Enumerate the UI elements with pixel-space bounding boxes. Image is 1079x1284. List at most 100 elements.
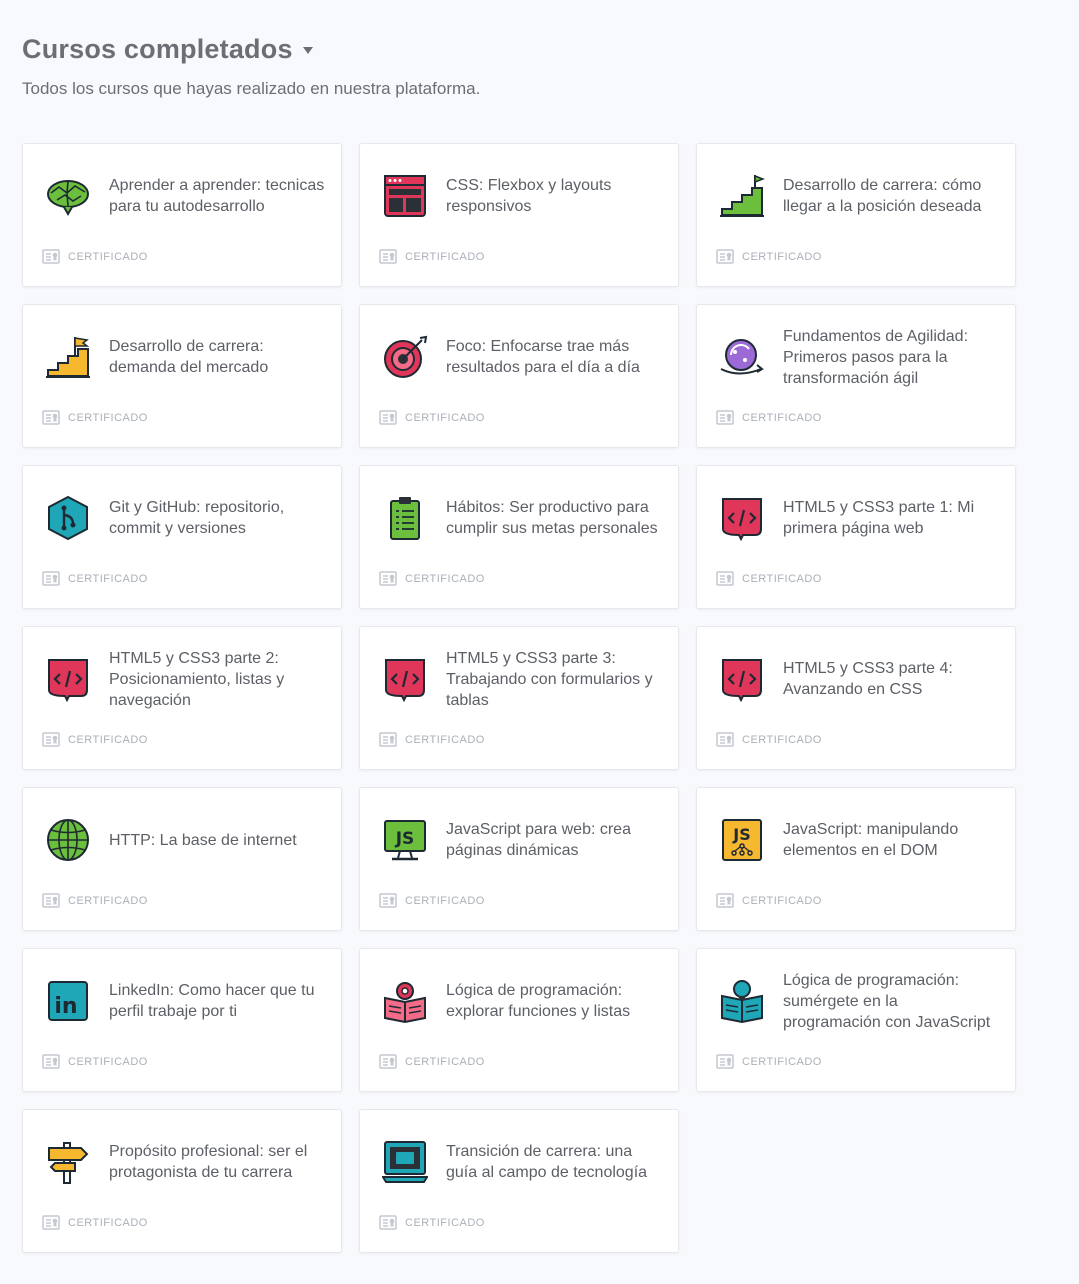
- course-name: HTTP: La base de internet: [109, 831, 297, 849]
- certificate-link[interactable]: CERTIFICADO: [716, 732, 822, 748]
- certificate-link[interactable]: CERTIFICADO: [716, 1054, 822, 1070]
- course-card[interactable]: Fundamentos de Agilidad: Primeros pasos …: [696, 304, 1016, 448]
- course-card[interactable]: Transición de carrera: una guía al campo…: [359, 1109, 679, 1253]
- certificate-label: CERTIFICADO: [405, 251, 485, 263]
- certificate-icon: [379, 732, 397, 748]
- course-card[interactable]: Hábitos: Ser productivo para cumplir sus…: [359, 465, 679, 609]
- course-name: HTML5 y CSS3 parte 2: Posicionamiento, l…: [109, 649, 285, 709]
- linkedin-icon: in: [45, 978, 91, 1024]
- html-code-icon: [719, 495, 765, 541]
- html-code-icon: [45, 656, 91, 702]
- svg-text:JS: JS: [395, 829, 415, 849]
- certificate-label: CERTIFICADO: [68, 251, 148, 263]
- certificate-label: CERTIFICADO: [68, 1217, 148, 1229]
- page-title: Cursos completados: [22, 34, 293, 64]
- certificate-link[interactable]: CERTIFICADO: [716, 410, 822, 426]
- gear-book-icon: [382, 978, 428, 1024]
- brain-icon: [45, 173, 91, 219]
- certificate-link[interactable]: CERTIFICADO: [379, 249, 485, 265]
- certificate-icon: [379, 893, 397, 909]
- course-card[interactable]: JS JavaScript: manipulando elementos en …: [696, 787, 1016, 931]
- certificate-label: CERTIFICADO: [742, 251, 822, 263]
- course-card[interactable]: Git y GitHub: repositorio, commit y vers…: [22, 465, 342, 609]
- course-card[interactable]: HTML5 y CSS3 parte 2: Posicionamiento, l…: [22, 626, 342, 770]
- certificate-link[interactable]: CERTIFICADO: [42, 732, 148, 748]
- certificate-icon: [42, 249, 60, 265]
- certificate-icon: [379, 1054, 397, 1070]
- course-card[interactable]: Foco: Enfocarse trae más resultados para…: [359, 304, 679, 448]
- page-header: Cursos completados Todos los cursos que …: [22, 34, 480, 99]
- certificate-label: CERTIFICADO: [68, 734, 148, 746]
- course-card[interactable]: Propósito profesional: ser el protagonis…: [22, 1109, 342, 1253]
- course-card[interactable]: Lógica de programación: sumérgete en la …: [696, 948, 1016, 1092]
- course-name: Aprender a aprender: tecnicas para tu au…: [109, 177, 325, 215]
- certificate-link[interactable]: CERTIFICADO: [42, 249, 148, 265]
- course-name: Fundamentos de Agilidad: Primeros pasos …: [783, 327, 969, 387]
- certificate-label: CERTIFICADO: [405, 734, 485, 746]
- course-card[interactable]: CSS: Flexbox y layouts responsivos CERTI…: [359, 143, 679, 287]
- js-monitor-icon: JS: [382, 817, 428, 863]
- certificate-link[interactable]: CERTIFICADO: [379, 571, 485, 587]
- certificate-link[interactable]: CERTIFICADO: [379, 1215, 485, 1231]
- course-card[interactable]: in LinkedIn: Como hacer que tu perfil tr…: [22, 948, 342, 1092]
- certificate-icon: [716, 249, 734, 265]
- course-card[interactable]: Desarrollo de carrera: cómo llegar a la …: [696, 143, 1016, 287]
- certificate-link[interactable]: CERTIFICADO: [42, 410, 148, 426]
- certificate-icon: [42, 1054, 60, 1070]
- signpost-icon: [45, 1139, 91, 1185]
- certificate-link[interactable]: CERTIFICADO: [42, 1215, 148, 1231]
- course-name: Lógica de programación: explorar funcion…: [446, 982, 631, 1020]
- certificate-icon: [379, 571, 397, 587]
- course-card[interactable]: HTML5 y CSS3 parte 1: Mi primera página …: [696, 465, 1016, 609]
- course-name: Desarrollo de carrera: demanda del merca…: [109, 338, 269, 376]
- svg-text:in: in: [54, 994, 77, 1019]
- certificate-icon: [716, 410, 734, 426]
- course-card[interactable]: HTML5 y CSS3 parte 3: Trabajando con for…: [359, 626, 679, 770]
- html-code-icon: [382, 656, 428, 702]
- course-card[interactable]: Lógica de programación: explorar funcion…: [359, 948, 679, 1092]
- course-card[interactable]: HTML5 y CSS3 parte 4: Avanzando en CSS C…: [696, 626, 1016, 770]
- course-name: Hábitos: Ser productivo para cumplir sus…: [446, 499, 658, 537]
- certificate-link[interactable]: CERTIFICADO: [379, 1054, 485, 1070]
- lightbulb-book-icon: [719, 978, 765, 1024]
- certificate-label: CERTIFICADO: [742, 895, 822, 907]
- course-card[interactable]: Aprender a aprender: tecnicas para tu au…: [22, 143, 342, 287]
- certificate-icon: [716, 1054, 734, 1070]
- certificate-link[interactable]: CERTIFICADO: [379, 410, 485, 426]
- certificate-label: CERTIFICADO: [405, 412, 485, 424]
- certificate-icon: [42, 1215, 60, 1231]
- course-name: Lógica de programación: sumérgete en la …: [783, 971, 991, 1031]
- section-dropdown[interactable]: Cursos completados: [22, 34, 480, 65]
- course-name: LinkedIn: Como hacer que tu perfil traba…: [109, 982, 315, 1020]
- certificate-link[interactable]: CERTIFICADO: [42, 571, 148, 587]
- certificate-label: CERTIFICADO: [68, 895, 148, 907]
- course-name: Git y GitHub: repositorio, commit y vers…: [109, 499, 285, 537]
- certificate-link[interactable]: CERTIFICADO: [716, 893, 822, 909]
- certificate-icon: [42, 571, 60, 587]
- course-card[interactable]: Desarrollo de carrera: demanda del merca…: [22, 304, 342, 448]
- course-name: Foco: Enfocarse trae más resultados para…: [446, 338, 640, 376]
- course-name: CSS: Flexbox y layouts responsivos: [446, 177, 612, 215]
- certificate-link[interactable]: CERTIFICADO: [42, 1054, 148, 1070]
- course-card[interactable]: JS JavaScript para web: crea páginas din…: [359, 787, 679, 931]
- certificate-link[interactable]: CERTIFICADO: [379, 732, 485, 748]
- certificate-link[interactable]: CERTIFICADO: [716, 249, 822, 265]
- course-name: Desarrollo de carrera: cómo llegar a la …: [783, 177, 982, 215]
- git-branch-icon: [45, 495, 91, 541]
- course-name: HTML5 y CSS3 parte 1: Mi primera página …: [783, 499, 975, 537]
- stairs-flag-icon: [45, 334, 91, 380]
- course-card[interactable]: HTTP: La base de internet CERTIFICADO: [22, 787, 342, 931]
- certificate-link[interactable]: CERTIFICADO: [379, 893, 485, 909]
- course-name: HTML5 y CSS3 parte 4: Avanzando en CSS: [783, 660, 953, 698]
- js-dom-icon: JS: [719, 817, 765, 863]
- certificate-link[interactable]: CERTIFICADO: [42, 893, 148, 909]
- certificate-icon: [42, 732, 60, 748]
- agile-cycle-icon: [719, 334, 765, 380]
- html-code-icon: [719, 656, 765, 702]
- certificate-icon: [379, 249, 397, 265]
- chevron-down-icon[interactable]: [302, 47, 313, 54]
- certificate-label: CERTIFICADO: [405, 1217, 485, 1229]
- certificate-label: CERTIFICADO: [68, 573, 148, 585]
- certificate-link[interactable]: CERTIFICADO: [716, 571, 822, 587]
- certificate-icon: [716, 893, 734, 909]
